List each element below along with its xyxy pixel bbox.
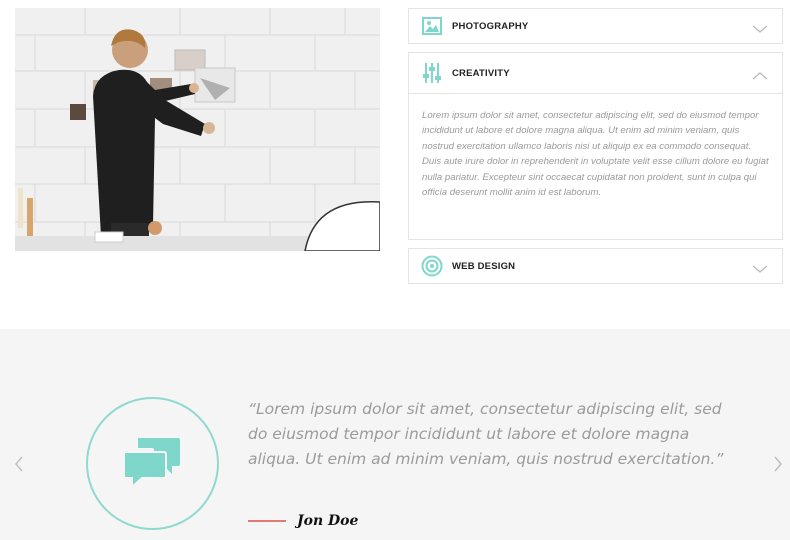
accordion: PHOTOGRAPHY CREATIVITY Lorem ipsum dolor… (408, 8, 783, 292)
accordion-item-web-design: WEB DESIGN (408, 248, 783, 284)
accordion-title: CREATIVITY (452, 67, 510, 79)
accordion-title: PHOTOGRAPHY (452, 20, 529, 32)
target-icon (421, 255, 443, 277)
accordion-header-photography[interactable]: PHOTOGRAPHY (409, 9, 782, 43)
accordion-body-creativity: Lorem ipsum dolor sit amet, consectetur … (409, 93, 782, 239)
chevron-up-icon (752, 68, 768, 80)
hero-photo (15, 8, 380, 251)
testimonial-section: “Lorem ipsum dolor sit amet, consectetur… (0, 329, 790, 540)
page: PHOTOGRAPHY CREATIVITY Lorem ipsum dolor… (0, 0, 790, 540)
testimonial-icon-circle (86, 397, 219, 530)
accordion-header-creativity[interactable]: CREATIVITY (409, 53, 782, 93)
testimonial-quote: “Lorem ipsum dolor sit amet, consectetur… (248, 400, 724, 468)
next-arrow-icon[interactable] (772, 455, 784, 473)
accordion-title: WEB DESIGN (452, 260, 516, 272)
author-name: Jon Doe (297, 513, 359, 529)
testimonial-author: Jon Doe (248, 513, 358, 529)
chat-bubbles-icon (122, 434, 182, 493)
sliders-icon (421, 62, 443, 84)
accordion-item-photography: PHOTOGRAPHY (408, 8, 783, 44)
author-divider-line (248, 520, 286, 522)
previous-arrow-icon[interactable] (13, 455, 25, 473)
accordion-item-creativity: CREATIVITY Lorem ipsum dolor sit amet, c… (408, 52, 783, 240)
image-icon (421, 15, 443, 37)
chevron-down-icon (752, 261, 768, 273)
accordion-header-web-design[interactable]: WEB DESIGN (409, 249, 782, 283)
chevron-down-icon (752, 21, 768, 33)
